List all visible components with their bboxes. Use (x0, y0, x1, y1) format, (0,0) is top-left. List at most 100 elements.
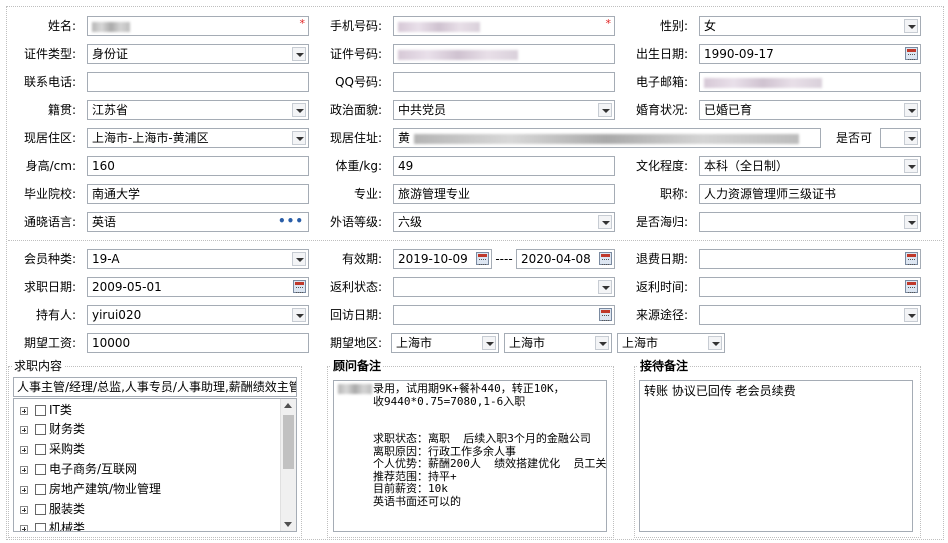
gender-value: 女 (704, 19, 717, 33)
expand-icon[interactable] (20, 505, 28, 514)
expand-icon[interactable] (20, 425, 28, 434)
chevron-down-icon (292, 308, 306, 322)
qq-field[interactable] (393, 72, 615, 92)
region-city-value: 上海市 (509, 336, 546, 350)
email-label: 电子邮箱: (635, 75, 688, 89)
name-field[interactable]: * (87, 16, 309, 36)
weight-field[interactable]: 49 (393, 156, 615, 176)
calendar-icon[interactable] (599, 308, 612, 321)
language-value: 英语 (92, 215, 117, 229)
checkbox[interactable] (35, 523, 46, 531)
tree-item[interactable]: 服装类 (20, 500, 85, 518)
valid-to-field[interactable]: 2020-04-08 (516, 249, 615, 269)
rebate-time-field[interactable] (699, 277, 921, 297)
scroll-down-icon[interactable] (284, 522, 292, 527)
marital-select[interactable]: 已婚已育 (699, 100, 921, 120)
education-label: 文化程度: (635, 159, 688, 173)
tree-item[interactable]: 财务类 (20, 420, 85, 438)
height-field[interactable]: 160 (87, 156, 309, 176)
expand-icon[interactable] (20, 524, 28, 531)
school-field[interactable]: 南通大学 (87, 184, 309, 204)
calendar-icon[interactable] (905, 252, 918, 265)
residence-select[interactable]: 上海市-上海市-黄浦区 (87, 128, 309, 148)
valid-from-value: 2019-10-09 (398, 252, 468, 266)
checkbox[interactable] (35, 444, 46, 455)
reception-notes-textarea[interactable]: 转账 协议已回传 老会员续费 (639, 380, 913, 532)
id-number-field[interactable] (393, 44, 615, 64)
checkbox[interactable] (35, 464, 46, 475)
birth-date-field[interactable]: 1990-09-17 (699, 44, 921, 64)
id-type-value: 身份证 (92, 47, 129, 61)
advisor-notes-textarea[interactable]: 录用，试用期9K+餐补440，转正10K， 收9440*0.75=7080,1-… (333, 380, 607, 532)
checkbox[interactable] (35, 504, 46, 515)
professional-title-field[interactable]: 人力资源管理师三级证书 (699, 184, 921, 204)
visit-date-field[interactable] (393, 305, 615, 325)
gender-label: 性别: (659, 19, 688, 33)
political-select[interactable]: 中共党员 (393, 100, 615, 120)
holder-value: yirui020 (92, 308, 142, 322)
tree-item-label: 电子商务/互联网 (49, 462, 138, 476)
whether-label: 是否可 (835, 131, 872, 145)
chevron-down-icon (292, 103, 306, 117)
rebate-status-select[interactable] (393, 277, 615, 297)
tree-item[interactable]: 机械类 (20, 519, 85, 531)
refund-date-field[interactable] (699, 249, 921, 269)
contact-phone-field[interactable] (87, 72, 309, 92)
calendar-icon[interactable] (293, 280, 306, 293)
member-type-value: 19-A (92, 252, 120, 266)
source-select[interactable] (699, 305, 921, 325)
redacted-phone (398, 21, 480, 32)
chevron-down-icon (292, 47, 306, 61)
checkbox[interactable] (35, 424, 46, 435)
region-district-select[interactable]: 上海市 (617, 333, 725, 353)
checkbox[interactable] (35, 484, 46, 495)
language-label: 通晓语言: (23, 215, 76, 229)
education-select[interactable]: 本科（全日制） (699, 156, 921, 176)
tree-scrollbar[interactable] (280, 399, 296, 531)
job-content-title: 求职内容 (12, 359, 65, 373)
tree-item[interactable]: 电子商务/互联网 (20, 460, 137, 478)
language-field[interactable]: 英语 ••• (87, 212, 309, 232)
salary-field[interactable]: 10000 (87, 333, 309, 353)
redacted-name (92, 21, 130, 32)
residence-value: 上海市-上海市-黄浦区 (92, 131, 209, 145)
email-field[interactable] (699, 72, 921, 92)
tree-item[interactable]: IT类 (20, 401, 72, 419)
gender-select[interactable]: 女 (699, 16, 921, 36)
checkbox[interactable] (35, 405, 46, 416)
more-icon[interactable]: ••• (278, 213, 304, 229)
address-field[interactable]: 黄 (393, 128, 821, 148)
chevron-down-icon (482, 336, 496, 350)
calendar-icon[interactable] (905, 280, 918, 293)
member-type-select[interactable]: 19-A (87, 249, 309, 269)
expand-icon[interactable] (20, 445, 28, 454)
phone-field[interactable]: * (393, 16, 615, 36)
scroll-up-icon[interactable] (284, 403, 292, 408)
whether-select[interactable] (880, 128, 921, 148)
calendar-icon[interactable] (476, 252, 489, 265)
region-province-select[interactable]: 上海市 (391, 333, 499, 353)
calendar-icon[interactable] (905, 47, 918, 60)
holder-select[interactable]: yirui020 (87, 305, 309, 325)
major-field[interactable]: 旅游管理专业 (393, 184, 615, 204)
valid-from-field[interactable]: 2019-10-09 (393, 249, 492, 269)
expand-icon[interactable] (20, 406, 28, 415)
job-date-field[interactable]: 2009-05-01 (87, 277, 309, 297)
overseas-select[interactable] (699, 212, 921, 232)
salary-label: 期望工资: (23, 336, 76, 350)
redacted-email (704, 77, 822, 88)
expand-icon[interactable] (20, 485, 28, 494)
language-level-value: 六级 (398, 215, 423, 229)
job-content-summary[interactable]: 人事主管/经理/总监,人事专员/人事助理,薪酬绩效主管 (13, 377, 297, 397)
tree-item-label: 采购类 (49, 442, 86, 456)
scroll-thumb[interactable] (283, 415, 294, 469)
native-select[interactable]: 江苏省 (87, 100, 309, 120)
id-type-select[interactable]: 身份证 (87, 44, 309, 64)
overseas-label: 是否海归: (635, 215, 688, 229)
calendar-icon[interactable] (599, 252, 612, 265)
language-level-select[interactable]: 六级 (393, 212, 615, 232)
expand-icon[interactable] (20, 465, 28, 474)
tree-item[interactable]: 房地产建筑/物业管理 (20, 480, 161, 498)
tree-item[interactable]: 采购类 (20, 440, 85, 458)
region-city-select[interactable]: 上海市 (504, 333, 612, 353)
